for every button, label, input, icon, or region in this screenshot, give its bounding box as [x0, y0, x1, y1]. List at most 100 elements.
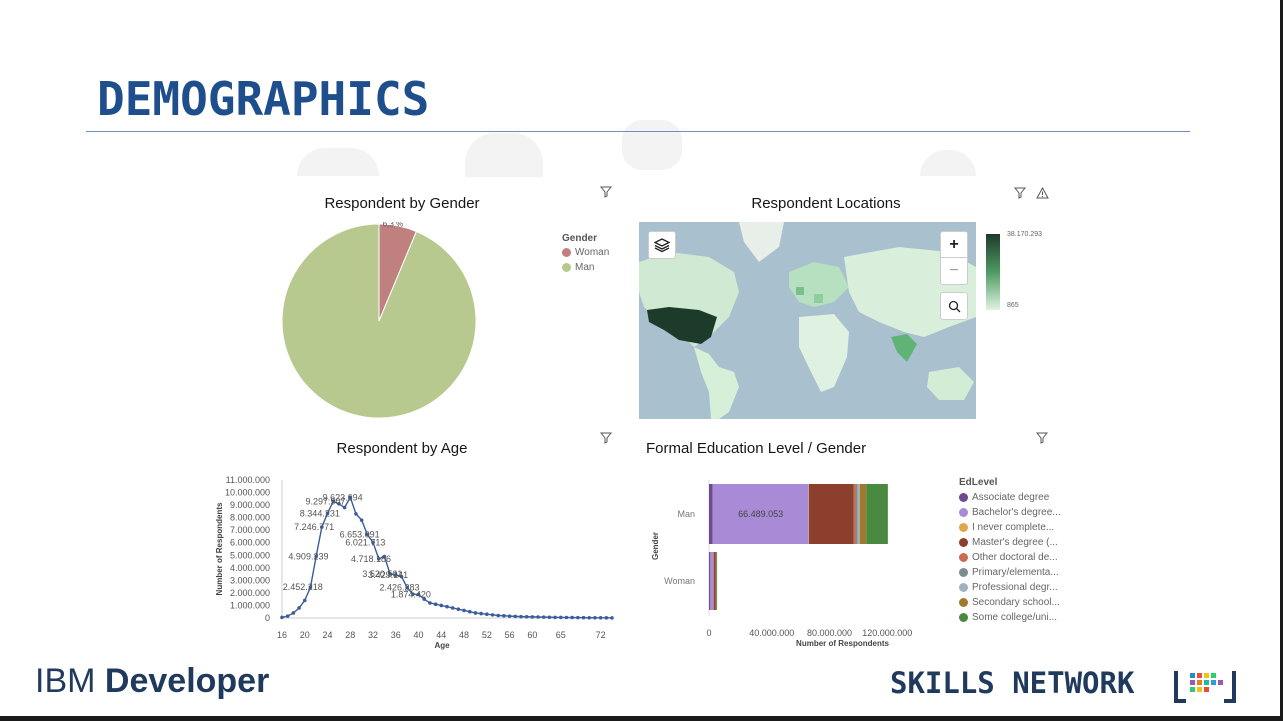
legend-item[interactable]: Other doctoral de...	[959, 552, 1061, 563]
legend-item[interactable]: Bachelor's degree...	[959, 507, 1061, 518]
legend-item-woman[interactable]: Woman	[562, 247, 609, 258]
data-point	[502, 613, 506, 618]
x-tick-label: 52	[482, 630, 492, 640]
scale-min-label: 865	[1007, 302, 1019, 309]
y-tick-label: 6.000.000	[230, 538, 270, 548]
x-tick-label: 120.000.000	[862, 628, 912, 638]
y-tick-label: 11.000.000	[226, 475, 270, 485]
legend-label: Primary/elementa...	[972, 567, 1059, 578]
legend-item[interactable]: Master's degree (...	[959, 537, 1061, 548]
map-shapes	[639, 222, 976, 419]
y-tick-label: 10.000.000	[225, 488, 270, 498]
bar-segment	[853, 484, 856, 544]
filter-icon[interactable]	[599, 431, 613, 449]
world-map[interactable]: + −	[639, 222, 976, 419]
bar-segment	[857, 484, 860, 544]
data-point	[547, 615, 552, 620]
category-label: Woman	[664, 576, 695, 586]
data-point	[564, 615, 569, 620]
legend-swatch	[562, 263, 571, 272]
filter-icon[interactable]	[1035, 431, 1049, 449]
data-point	[291, 611, 296, 615]
bar-segment	[866, 484, 888, 544]
legend-item-man[interactable]: Man	[562, 262, 609, 273]
legend-item[interactable]: Associate degree	[959, 492, 1061, 503]
legend-item[interactable]: Some college/uni...	[959, 612, 1061, 623]
background-decoration	[622, 120, 682, 170]
bar-value-label: 66.489.053	[738, 509, 783, 519]
data-point	[439, 603, 444, 608]
y-tick-label: 7.000.000	[230, 525, 270, 535]
filter-icon[interactable]	[599, 186, 613, 201]
bar-segment	[859, 484, 867, 544]
data-point	[490, 613, 495, 617]
background-decoration	[465, 133, 543, 177]
x-tick-label: 48	[459, 630, 469, 640]
map-search-button[interactable]	[940, 292, 968, 320]
data-point	[581, 615, 586, 620]
background-decoration	[920, 150, 976, 176]
legend-label: Bachelor's degree...	[972, 507, 1061, 518]
age-line-chart: 0 1.000.000 2.000.000 3.000.000 4.000.000 5.0…	[215, 475, 614, 650]
warning-icon[interactable]	[1036, 186, 1049, 204]
x-tick-label: 0	[706, 628, 711, 638]
x-tick-label: 80.000.000	[807, 628, 852, 638]
education-bar-chart: Man Woman 66.489.053 0 40.000.000 80.000.000 1…	[651, 480, 912, 648]
y-axis-title: Number of Respondents	[215, 502, 224, 595]
legend-label: Professional degr...	[972, 582, 1058, 593]
bar-segment	[808, 484, 810, 544]
data-point	[507, 614, 512, 618]
pie-slice-man	[281, 223, 477, 419]
skills-network-icon	[1172, 667, 1238, 710]
map-zoom-in-button[interactable]: +	[940, 231, 968, 259]
map-color-scale	[986, 234, 1000, 310]
bar-segment	[715, 552, 717, 610]
legend-label: Man	[575, 262, 595, 273]
x-tick-label: 44	[436, 630, 446, 640]
data-point	[302, 598, 307, 603]
data-point	[280, 615, 284, 620]
skills-network-logo: SKILLS NETWORK	[890, 666, 1135, 700]
x-tick-label: 60	[527, 630, 537, 640]
data-point	[479, 611, 483, 616]
data-point	[558, 615, 563, 620]
map-layers-button[interactable]	[648, 231, 676, 259]
legend-swatch	[959, 553, 968, 562]
y-tick-label: 2.000.000	[230, 588, 270, 598]
data-label: 6.021.713	[345, 537, 385, 547]
y-tick-label: 0	[265, 613, 270, 623]
bar-segment	[709, 484, 713, 544]
data-label: 8.344.231	[300, 508, 340, 518]
x-tick-label: 40.000.000	[749, 628, 794, 638]
map-zoom-out-button[interactable]: −	[940, 257, 968, 285]
data-point	[576, 615, 580, 620]
legend-item[interactable]: Primary/elementa...	[959, 567, 1061, 578]
data-point	[530, 615, 535, 619]
category-label: Man	[677, 509, 695, 519]
data-point	[485, 612, 489, 617]
y-axis-title: Gender	[651, 532, 660, 560]
plus-icon: +	[949, 236, 959, 253]
data-point	[570, 615, 574, 620]
data-point	[541, 615, 546, 619]
x-axis-title: Age	[434, 641, 450, 650]
slide-title: DEMOGRAPHICS	[97, 72, 430, 126]
data-point	[553, 615, 557, 620]
legend-item[interactable]: Secondary school...	[959, 597, 1061, 608]
data-point	[496, 613, 501, 618]
gender-pie-chart: 6,3 %93,7 %	[281, 222, 477, 419]
data-point	[536, 615, 540, 619]
data-label: 7.246.771	[294, 522, 334, 532]
layers-icon	[654, 238, 670, 253]
y-tick-label: 3.000.000	[230, 575, 270, 585]
legend-item[interactable]: Professional degr...	[959, 582, 1061, 593]
x-tick-label: 32	[368, 630, 378, 640]
legend-swatch	[959, 598, 968, 607]
legend-item[interactable]: I never complete...	[959, 522, 1061, 533]
x-tick-label: 65	[556, 630, 566, 640]
y-tick-label: 4.000.000	[230, 563, 270, 573]
legend-label: Associate degree	[972, 492, 1050, 503]
filter-icon[interactable]	[1013, 186, 1027, 204]
bar-segment	[855, 484, 858, 544]
bar-segment	[809, 484, 854, 544]
